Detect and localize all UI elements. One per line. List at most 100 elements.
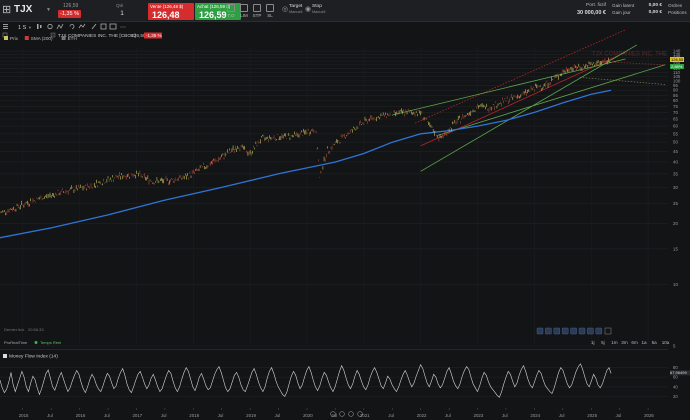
limit-order-icon: [240, 4, 248, 12]
prev-icon[interactable]: [339, 411, 345, 417]
range-button-5a[interactable]: 5a: [652, 340, 658, 345]
mfi-grid: [0, 367, 668, 397]
legend-swatch: [4, 36, 8, 40]
order-type-sl-button[interactable]: SL: [264, 4, 276, 20]
price-tick-label: 35: [673, 171, 678, 176]
stop-order-icon: [253, 4, 261, 12]
change-tag-text: 2,88%: [671, 64, 683, 69]
orders-positions-links: Ordres Positions: [668, 3, 687, 16]
sell-button[interactable]: Vente (126,48 $) 126,48: [148, 3, 194, 20]
red-dotted-projection[interactable]: [602, 61, 666, 66]
legend-swatch: [61, 36, 66, 40]
order-type-stp-button[interactable]: STP: [251, 4, 263, 20]
chart-tool-icon[interactable]: [562, 327, 569, 335]
quantity-input[interactable]: 1: [107, 10, 137, 19]
instrument-search-icon[interactable]: ⊞: [2, 4, 14, 17]
indicators-icon[interactable]: [56, 23, 64, 30]
stop-icon: ◉: [305, 6, 312, 13]
chart-tool-icon[interactable]: [595, 327, 602, 335]
portfolio-label: Port. fictif: [586, 3, 606, 8]
price-tick-label: 60: [673, 124, 678, 129]
buy-price: 126,59: [199, 10, 227, 20]
chart-tool-icons[interactable]: [536, 327, 612, 335]
order-bar: ⊞ TJX ▼ 126,59 -1,35 % Qté 1 Vente (126,…: [0, 0, 690, 22]
legend-label: Prix: [10, 36, 19, 41]
chart-tool-icon[interactable]: [570, 327, 577, 335]
green-trend-steep[interactable]: [420, 44, 637, 172]
settings-icon[interactable]: [47, 23, 53, 30]
mfi-label: Money Flow Index (14): [9, 354, 58, 360]
range-buttons[interactable]: 1j 5j 1m 3m 6m 1a 5a 10a: [591, 340, 670, 345]
range-button-3m[interactable]: 3m: [621, 340, 628, 345]
mfi-series: [0, 363, 612, 398]
gain-labels: Gain latent Gain jour: [612, 3, 634, 16]
chart-tool-icon[interactable]: [553, 327, 560, 335]
range-button-1m[interactable]: 1m: [611, 340, 618, 345]
mfi-tick-label: 60: [673, 375, 678, 380]
mfi-tick-label: 40: [673, 384, 678, 389]
instrument-value: 126,59: [131, 33, 146, 39]
time-tick-label: 2024: [530, 413, 540, 418]
range-button-10a[interactable]: 10a: [662, 340, 670, 345]
to-order-icon: [227, 4, 235, 12]
time-tick-label: Jul: [104, 413, 110, 418]
time-tick-label: 2022: [417, 413, 427, 418]
order-type-lim-button[interactable]: LIM: [238, 4, 250, 20]
range-button-6m[interactable]: 6m: [631, 340, 638, 345]
time-tick-label: Jul: [218, 413, 224, 418]
mfi-tick-label: 20: [673, 394, 678, 399]
time-tick-label: Jul: [502, 413, 508, 418]
time-tick-label: Jul: [331, 413, 337, 418]
compare-icon[interactable]: [78, 23, 86, 29]
portfolio-value: 30 000,00 €: [576, 10, 606, 16]
price-chart[interactable]: Prix SMA (200) ETH TJX COMPANIES INC. THE …: [0, 29, 690, 370]
order-type-to-button[interactable]: T.O: [225, 4, 237, 20]
unrealized-gain-label: Gain latent: [612, 3, 635, 8]
price-tick-label: 30: [673, 185, 678, 190]
gain-values: 0,00 € 0,00 €: [648, 3, 662, 16]
last-quote: 126,59 -1,35 %: [57, 3, 95, 20]
chart-tool-icon[interactable]: [587, 327, 594, 335]
chevron-down-icon[interactable]: ▼: [46, 7, 51, 13]
fullscreen-icon[interactable]: [604, 327, 612, 335]
time-axis[interactable]: 2015 Jul 2016 Jul 2017 Jul 2018 Jul 2019 Jul 2020 J…: [0, 408, 690, 420]
save-icon[interactable]: [100, 23, 107, 30]
undo-icon[interactable]: [69, 24, 75, 29]
green-trend-lower[interactable]: [437, 64, 666, 136]
time-tick-label: Jul: [161, 413, 167, 418]
layout-icon[interactable]: [109, 23, 117, 30]
realtime-status-icon: [34, 341, 38, 344]
price-tags: 126,55 2,88%: [670, 57, 684, 70]
chart-tool-icon[interactable]: [545, 327, 552, 335]
range-button-1j[interactable]: 1j: [591, 340, 595, 345]
stop-selector[interactable]: ◉ Stop Manuell: [305, 4, 329, 18]
chart-tool-icon[interactable]: [578, 327, 586, 335]
last-price: 126,59: [63, 3, 79, 9]
chart-tool-icon[interactable]: [536, 327, 544, 335]
target-selector[interactable]: ◎ Target Manuell: [282, 4, 306, 18]
time-tick-label: 2018: [189, 413, 199, 418]
sell-label: Vente (126,48 $): [150, 4, 184, 9]
symbol-selector[interactable]: TJX: [14, 4, 32, 15]
price-tick-label: 40: [673, 159, 678, 164]
mfi-color-icon: [3, 354, 7, 358]
price-axis[interactable]: 1401351301251201151101051009590858075706…: [673, 49, 681, 349]
next-icon[interactable]: [348, 411, 354, 417]
price-tick-label: 5: [673, 344, 676, 349]
draw-icon[interactable]: [91, 23, 97, 30]
range-button-5j[interactable]: 5j: [601, 340, 605, 345]
range-button-1a[interactable]: 1a: [642, 340, 648, 345]
chart-footer: Dernier tick 20:56:33 ProRealTime Temps …: [4, 327, 61, 345]
legend-label: ETH: [68, 36, 77, 41]
price-tick-label: 45: [673, 149, 678, 154]
time-tick-label: Jul: [388, 413, 394, 418]
chart-menu-icon[interactable]: [3, 24, 8, 29]
price-tick-label: 25: [673, 201, 678, 206]
mfi-indicator-pane[interactable]: Money Flow Index (14) 80604020 67,96499: [0, 350, 690, 408]
chevron-down-icon[interactable]: ▼: [28, 25, 32, 30]
time-tick-label: Jul: [445, 413, 451, 418]
candles-icon[interactable]: [37, 24, 42, 29]
time-tick-label: 2020: [303, 413, 313, 418]
chart-toolbar: 1 S ▼ ⋯: [0, 22, 690, 31]
positions-link[interactable]: Positions: [668, 10, 687, 17]
